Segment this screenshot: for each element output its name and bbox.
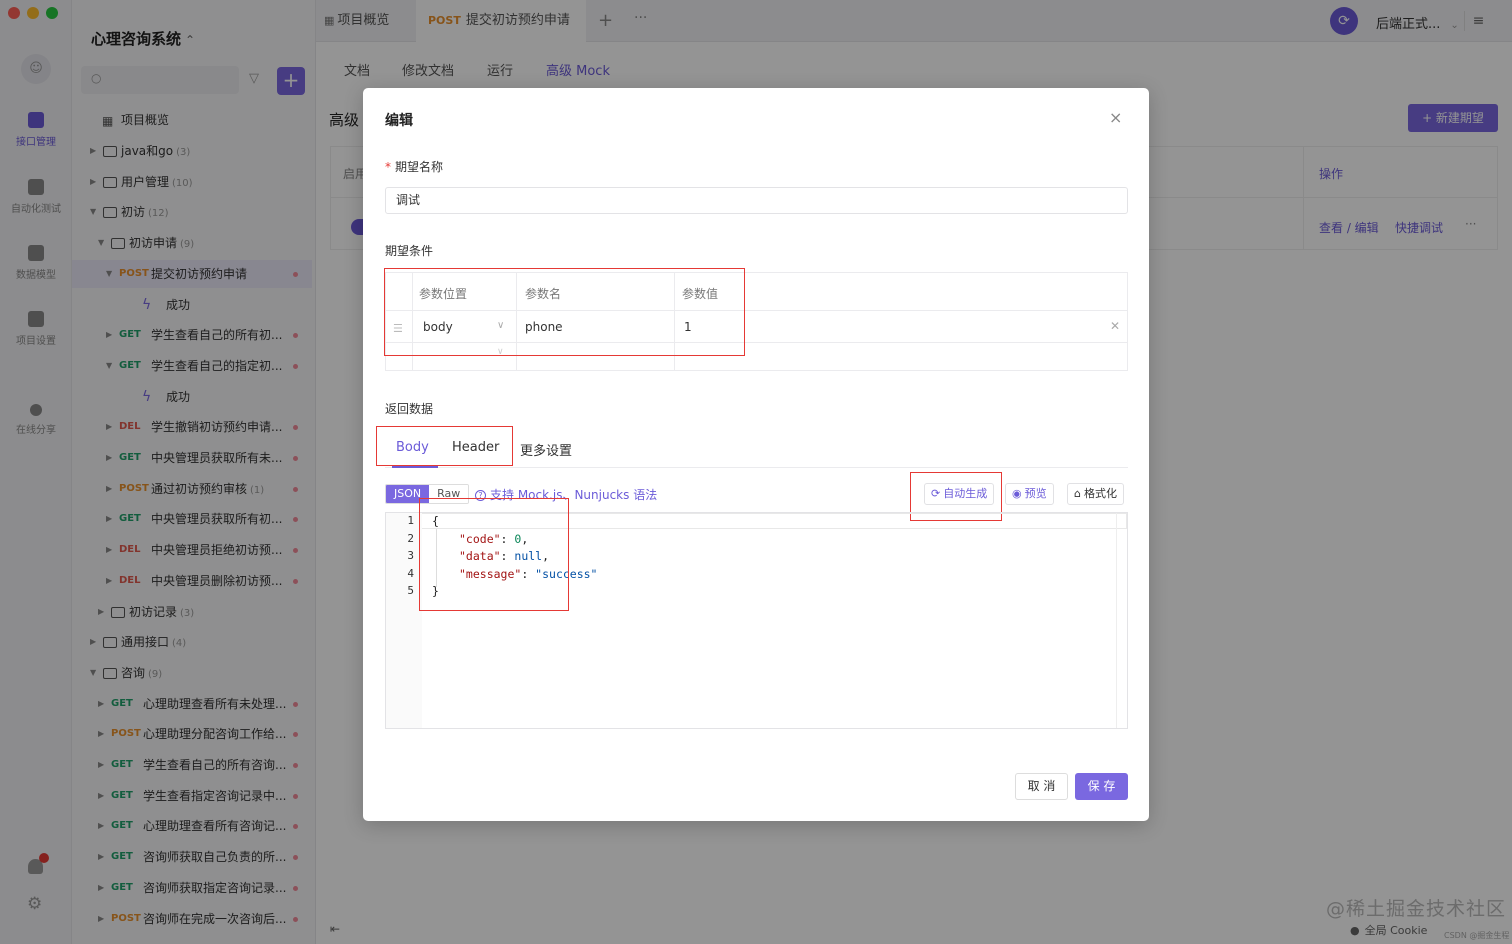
format-label: 格式化: [1083, 487, 1117, 500]
preview-button[interactable]: ◉ 预览: [1005, 483, 1054, 505]
save-button[interactable]: 保 存: [1075, 773, 1128, 800]
format-icon: ⌂: [1074, 487, 1081, 500]
close-icon[interactable]: ×: [1109, 108, 1122, 127]
editor-scrollbar[interactable]: [1116, 513, 1117, 728]
eye-icon: ◉: [1012, 487, 1022, 500]
line-number: 2: [407, 532, 414, 545]
line-number: 4: [407, 567, 414, 580]
tab-more-settings[interactable]: 更多设置: [520, 440, 572, 459]
active-tab-underline: [392, 466, 438, 468]
line-number: 5: [407, 584, 414, 597]
name-label-text: 期望名称: [395, 160, 444, 174]
remove-condition-icon[interactable]: ✕: [1110, 319, 1120, 333]
annotation-box-conditions: [384, 268, 745, 356]
app-window: ☺ 接口管理 自动化测试 数据模型 项目设置 在线分享 ⚙ 心理咨询系统 ⌃ ○ …: [0, 0, 1512, 944]
annotation-box-tabs: [376, 426, 513, 466]
expectation-name-input[interactable]: 调试: [385, 187, 1128, 214]
line-number: 1: [407, 514, 414, 527]
line-gutter: [386, 513, 422, 728]
modal-title: 编辑: [385, 113, 413, 129]
return-data-label: 返回数据: [385, 402, 434, 416]
name-label: * 期望名称: [385, 158, 443, 175]
conditions-label: 期望条件: [385, 244, 434, 258]
preview-label: 预览: [1024, 487, 1047, 500]
format-button[interactable]: ⌂ 格式化: [1067, 483, 1124, 505]
annotation-box-code: [419, 498, 569, 611]
required-mark: *: [385, 160, 391, 174]
edit-expectation-modal: 编辑 × * 期望名称 调试 期望条件 参数位置 参数名 参数值 ☰ body ∨…: [363, 88, 1149, 821]
line-number: 3: [407, 549, 414, 562]
cancel-button[interactable]: 取 消: [1015, 773, 1068, 800]
